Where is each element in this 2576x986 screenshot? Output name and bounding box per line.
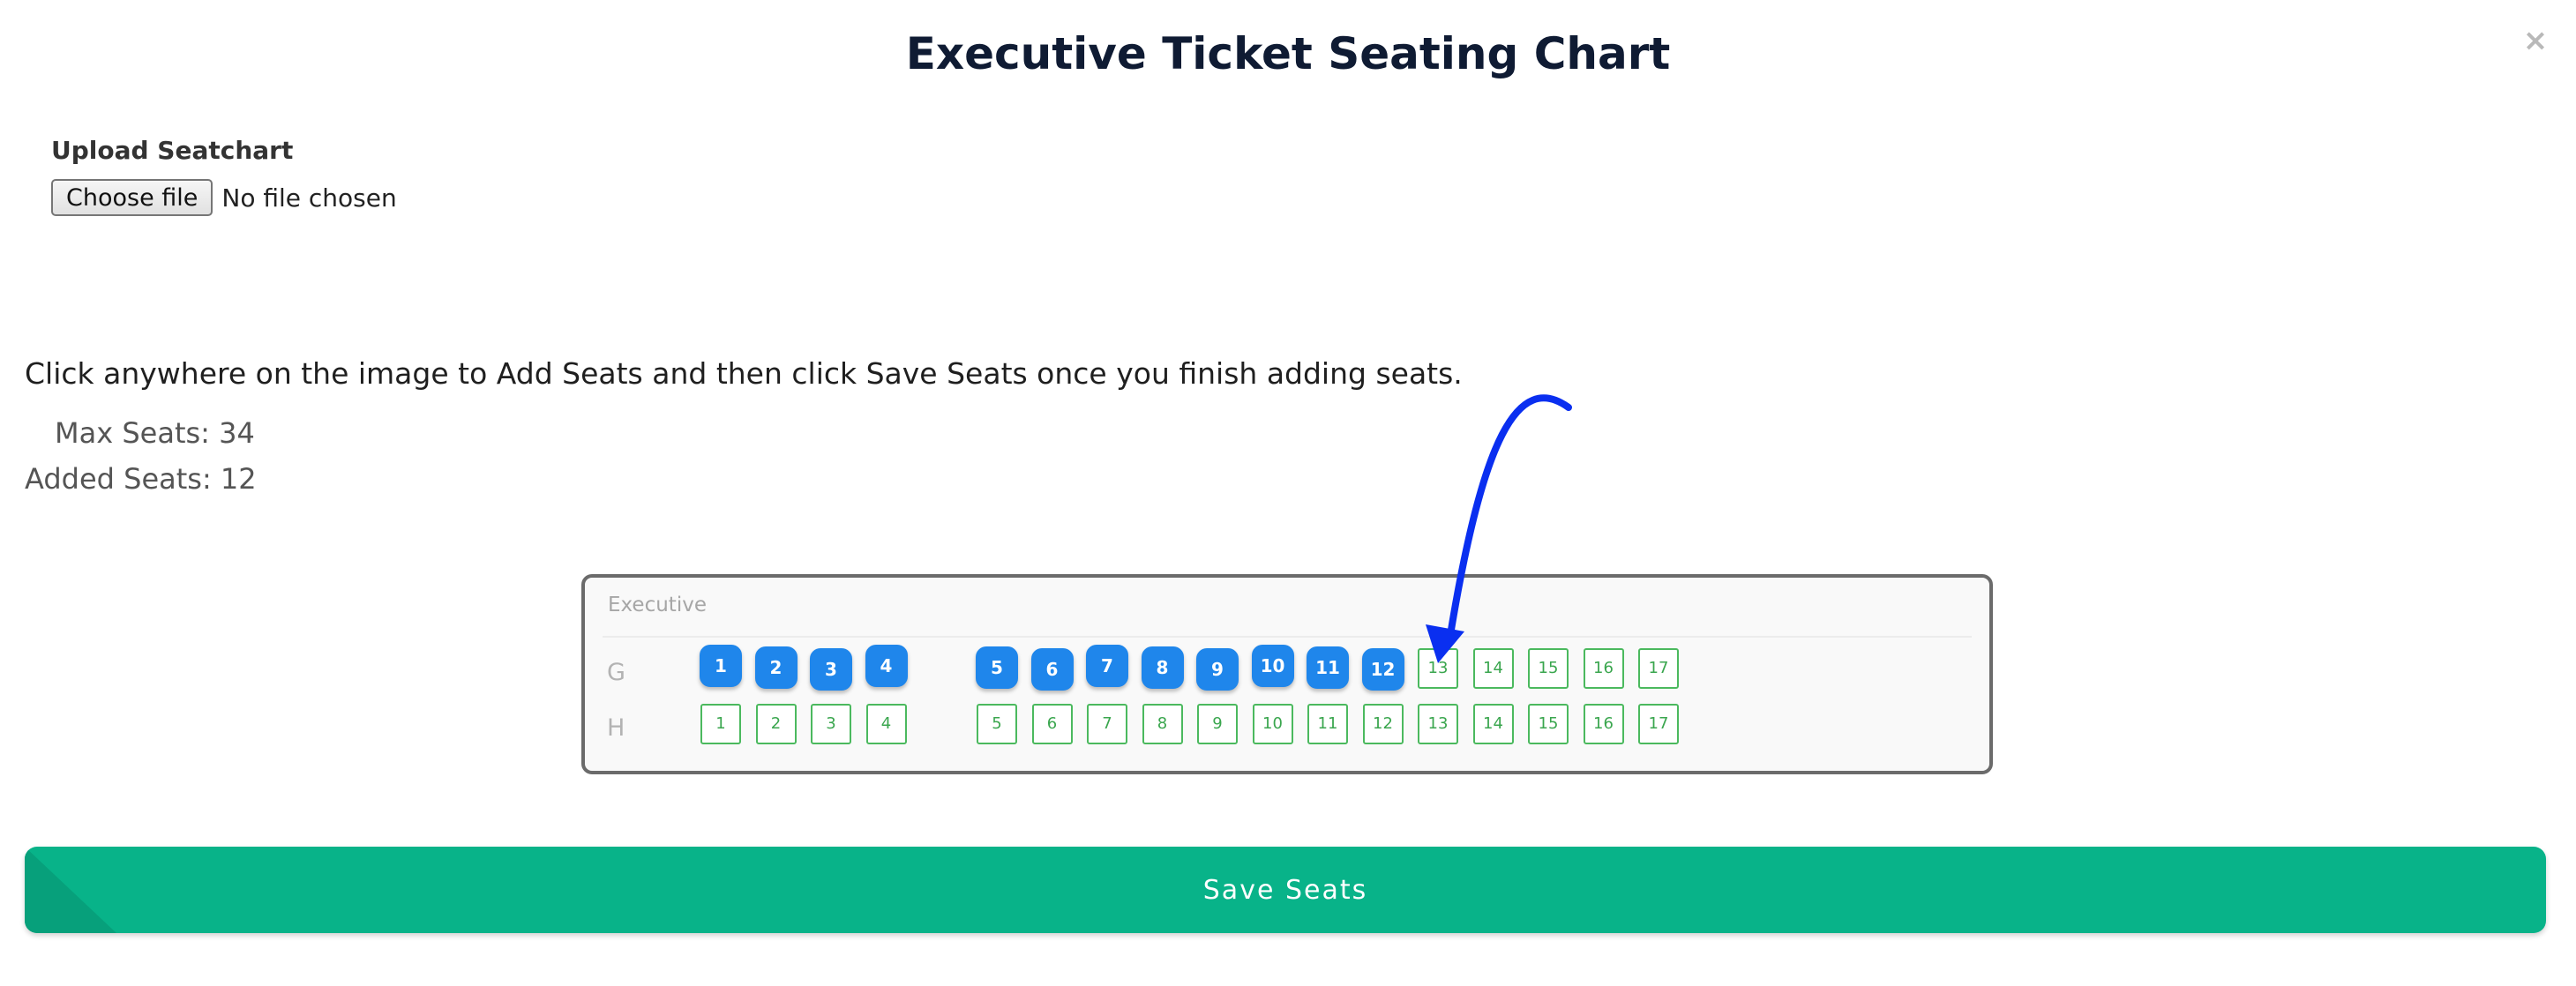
seat-h-11[interactable]: 11 <box>1307 704 1348 744</box>
seat-h-17[interactable]: 17 <box>1638 704 1679 744</box>
seat-g-16[interactable]: 16 <box>1583 648 1624 689</box>
max-seats-count: Max Seats: 34 <box>55 416 255 450</box>
choose-file-button[interactable]: Choose file <box>51 179 213 216</box>
seat-h-2[interactable]: 2 <box>755 704 797 744</box>
seat-h-3[interactable]: 3 <box>811 704 851 744</box>
seat-h-4[interactable]: 4 <box>865 704 907 744</box>
added-seats-count: Added Seats: 12 <box>25 462 257 496</box>
seat-h-13[interactable]: 13 <box>1418 704 1458 744</box>
seat-g-4[interactable]: 4 <box>865 645 908 687</box>
close-icon[interactable]: × <box>2520 25 2551 56</box>
seat-g-14[interactable]: 14 <box>1472 648 1514 689</box>
seat-g-3[interactable]: 3 <box>810 648 852 691</box>
seat-h-5[interactable]: 5 <box>977 704 1017 744</box>
button-corner-accent <box>25 847 116 933</box>
seat-h-12[interactable]: 12 <box>1362 704 1404 744</box>
seat-h-16[interactable]: 16 <box>1583 704 1624 744</box>
seat-chart-image[interactable]: Executive G H 1 2 3 4 5 6 7 8 9 10 11 12 13 14 15 16 17 1… <box>581 574 1993 774</box>
seat-g-5[interactable]: 5 <box>976 646 1018 689</box>
seat-g-2[interactable]: 2 <box>754 646 798 689</box>
seat-h-9[interactable]: 9 <box>1197 704 1238 744</box>
seat-g-10[interactable]: 10 <box>1251 645 1294 687</box>
seat-g-6[interactable]: 6 <box>1030 648 1074 691</box>
seat-g-12[interactable]: 12 <box>1361 648 1404 691</box>
seat-g-7[interactable]: 7 <box>1086 645 1128 687</box>
save-seats-label: Save Seats <box>1202 874 1368 906</box>
seat-g-11[interactable]: 11 <box>1307 646 1349 689</box>
seat-h-1[interactable]: 1 <box>700 704 741 744</box>
seat-h-6[interactable]: 6 <box>1031 704 1073 744</box>
seat-g-17[interactable]: 17 <box>1638 648 1679 689</box>
file-input[interactable]: Choose file No file chosen <box>51 179 397 216</box>
seat-g-15[interactable]: 15 <box>1528 648 1569 689</box>
seat-g-9[interactable]: 9 <box>1196 648 1239 691</box>
save-seats-button[interactable]: Save Seats <box>25 847 2546 933</box>
seat-g-13[interactable]: 13 <box>1418 648 1458 689</box>
seat-h-7[interactable]: 7 <box>1087 704 1127 744</box>
seats-grid: 1 2 3 4 5 6 7 8 9 10 11 12 13 14 15 16 17 1 2 3 4 5 6 7 8 9 10 11 12… <box>585 578 1989 771</box>
upload-seatchart-label: Upload Seatchart <box>51 136 294 165</box>
seat-h-14[interactable]: 14 <box>1472 704 1514 744</box>
file-status-text: No file chosen <box>221 183 397 213</box>
annotation-arrow-icon <box>1426 394 1572 663</box>
seat-g-1[interactable]: 1 <box>700 645 742 687</box>
instructions-text: Click anywhere on the image to Add Seats… <box>25 356 1463 391</box>
seat-h-10[interactable]: 10 <box>1252 704 1293 744</box>
seat-h-8[interactable]: 8 <box>1142 704 1183 744</box>
seat-g-8[interactable]: 8 <box>1141 646 1184 689</box>
seat-h-15[interactable]: 15 <box>1528 704 1569 744</box>
modal-title: Executive Ticket Seating Chart <box>905 28 1671 79</box>
